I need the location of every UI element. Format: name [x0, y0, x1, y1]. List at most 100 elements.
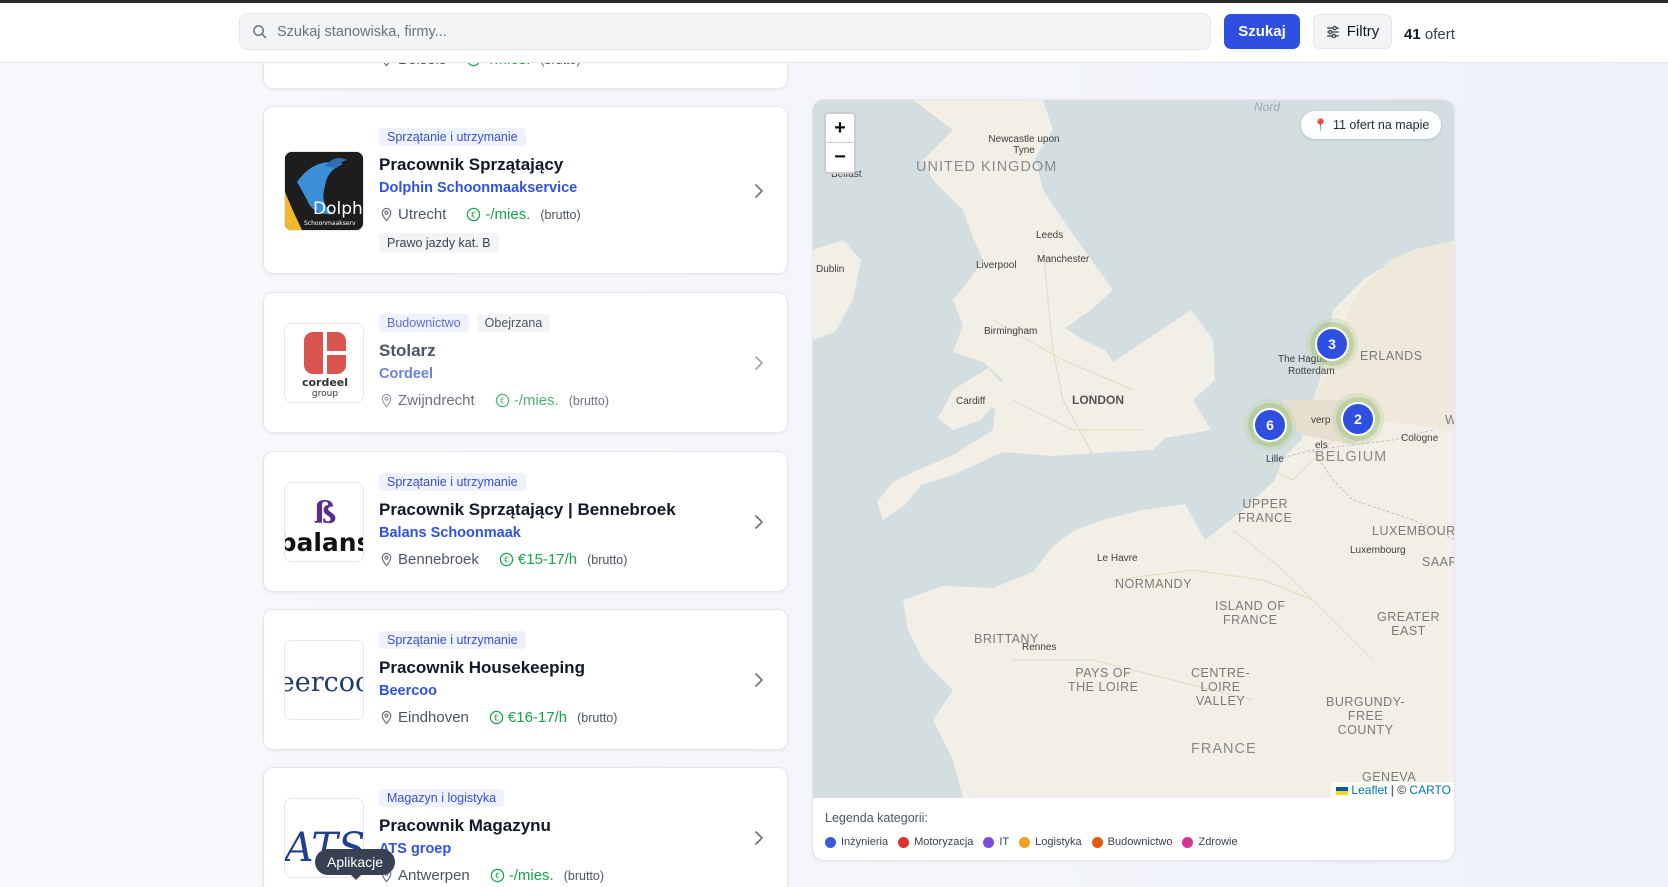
company-name[interactable]: ATS groep: [379, 841, 737, 857]
location: Eindhoven: [379, 709, 469, 726]
search-box[interactable]: [239, 13, 1211, 50]
logo-text: eercoo: [285, 667, 364, 698]
map-label: ERLANDS: [1360, 349, 1423, 363]
salary: € €15-17/h: [499, 551, 577, 568]
salary: € €16-17/h: [489, 709, 567, 726]
euro-icon: €: [467, 207, 481, 222]
category-tag: Budownictwo: [379, 314, 469, 332]
map-label: Rennes: [1022, 642, 1057, 653]
map-label: ISLAND OF FRANCE: [1215, 599, 1286, 627]
header: Szukaj Filtry 41 ofert: [0, 3, 1668, 63]
euro-icon: €: [499, 552, 514, 567]
company-logo: cordeel group: [284, 323, 364, 403]
job-card[interactable]: ß balans Sprzątanie i utrzymanie Pracown…: [263, 451, 788, 592]
map-cluster-marker[interactable]: 6: [1248, 403, 1292, 447]
chevron-right-icon[interactable]: [753, 514, 765, 530]
search-button[interactable]: Szukaj: [1224, 14, 1300, 49]
map-label: Lille: [1266, 454, 1284, 465]
category-tag: Sprzątanie i utrzymanie: [379, 128, 526, 146]
map-label: Cardiff: [956, 396, 986, 407]
job-meta: Utrecht € -/mies. (brutto): [379, 206, 737, 223]
map[interactable]: Nord Newcastle upon Tyne Belfast UNITED …: [813, 100, 1455, 798]
svg-text:€: €: [500, 396, 505, 405]
svg-text:€: €: [504, 555, 509, 564]
company-logo: eercoo: [284, 640, 364, 720]
salary: € -/mies.: [495, 392, 559, 409]
filter-button[interactable]: Filtry: [1313, 14, 1392, 49]
job-title[interactable]: Stolarz: [379, 341, 737, 361]
map-label: Manchester: [1037, 254, 1090, 265]
ukraine-flag-icon: [1336, 786, 1349, 795]
chevron-right-icon[interactable]: [753, 183, 765, 199]
map-label: BELGIUM: [1315, 449, 1388, 465]
map-label: GREATER EAST: [1377, 610, 1440, 638]
map-label: verp: [1311, 415, 1331, 426]
company-name[interactable]: Beercoo: [379, 683, 737, 699]
chevron-right-icon[interactable]: [753, 672, 765, 688]
zoom-out-button[interactable]: −: [826, 143, 854, 172]
category-tag: Sprzątanie i utrzymanie: [379, 473, 526, 491]
map-label: Rotterdam: [1288, 366, 1335, 377]
job-title[interactable]: Pracownik Sprzątający | Bennebroek: [379, 500, 737, 520]
job-title[interactable]: Pracownik Housekeeping: [379, 658, 737, 678]
job-meta: Antwerpen € -/mies. (brutto): [379, 867, 737, 884]
salary-brutto: (brutto): [563, 868, 605, 883]
job-card[interactable]: Dolph Schoonmaakserv Sprzątanie i utrzym…: [263, 106, 788, 274]
location-pin-icon: [381, 710, 392, 725]
leaflet-link[interactable]: Leaflet: [1351, 783, 1387, 797]
legend-item: Budownictwo: [1091, 836, 1172, 848]
company-logo: ß balans: [284, 482, 364, 562]
location: Antwerpen: [379, 867, 470, 884]
job-meta: Zwijndrecht € -/mies. (brutto): [379, 392, 737, 409]
top-border: [0, 0, 1668, 3]
company-name[interactable]: Dolphin Schoonmaakservice: [379, 180, 737, 196]
map-label: Cologne: [1401, 433, 1439, 444]
offer-count: 41 ofert: [1404, 26, 1455, 43]
map-cluster-marker[interactable]: 3: [1310, 322, 1354, 366]
job-content: Magazyn i logistyka Pracownik Magazynu A…: [379, 789, 737, 884]
map-label: Le Havre: [1097, 553, 1138, 564]
carto-link[interactable]: CARTO: [1409, 783, 1451, 797]
company-name[interactable]: Balans Schoonmaak: [379, 525, 737, 541]
map-label: Newcastle upon Tyne: [988, 134, 1060, 156]
map-label: SAAR: [1422, 555, 1455, 569]
zoom-in-button[interactable]: +: [826, 114, 854, 143]
job-card[interactable]: eercoo Sprzątanie i utrzymanie Pracownik…: [263, 609, 788, 750]
job-meta: Eindhoven € €16-17/h (brutto): [379, 709, 737, 726]
company-logo: Dolph Schoonmaakserv: [284, 151, 364, 231]
job-title[interactable]: Pracownik Sprzątający: [379, 155, 737, 175]
requirement-tag: Prawo jazdy kat. B: [379, 233, 499, 253]
map-label: NORMANDY: [1115, 577, 1192, 591]
apps-tooltip: Aplikacje: [315, 849, 396, 880]
map-label: UPPER FRANCE: [1238, 497, 1293, 525]
chevron-right-icon[interactable]: [753, 355, 765, 371]
logo-text: Dolph: [313, 199, 363, 219]
legend-item: IT: [983, 836, 1009, 848]
logo-text: balans: [285, 528, 364, 557]
svg-text:€: €: [494, 713, 499, 722]
map-label: W: [1445, 413, 1454, 427]
legend-item: Logistyka: [1019, 836, 1082, 848]
category-tag: Sprzątanie i utrzymanie: [379, 631, 526, 649]
map-label: Luxembourg: [1350, 545, 1406, 556]
filter-label: Filtry: [1346, 23, 1380, 40]
map-label: CENTRE- LOIRE VALLEY: [1191, 666, 1251, 708]
pin-icon: 📍: [1313, 118, 1328, 132]
seen-tag: Obejrzana: [476, 314, 551, 332]
map-label: BURGUNDY- FREE COUNTY: [1326, 695, 1406, 737]
job-content: Sprzątanie i utrzymanie Pracownik Sprząt…: [379, 128, 737, 253]
sliders-icon: [1326, 25, 1339, 38]
location-pin-icon: [381, 552, 392, 567]
map-label: FRANCE: [1191, 741, 1257, 757]
search-input[interactable]: [277, 23, 1177, 40]
job-card[interactable]: cordeel group Budownictwo Obejrzana Stol…: [263, 292, 788, 433]
salary-brutto: (brutto): [568, 393, 609, 408]
company-name[interactable]: Cordeel: [379, 366, 737, 382]
euro-icon: €: [489, 710, 504, 725]
chevron-right-icon[interactable]: [753, 830, 765, 846]
map-label: UNITED KINGDOM: [916, 159, 1058, 175]
map-cluster-marker[interactable]: 2: [1336, 397, 1380, 441]
legend-title: Legenda kategorii:: [825, 811, 928, 825]
job-title[interactable]: Pracownik Magazynu: [379, 816, 737, 836]
location: Zwijndrecht: [379, 392, 475, 409]
